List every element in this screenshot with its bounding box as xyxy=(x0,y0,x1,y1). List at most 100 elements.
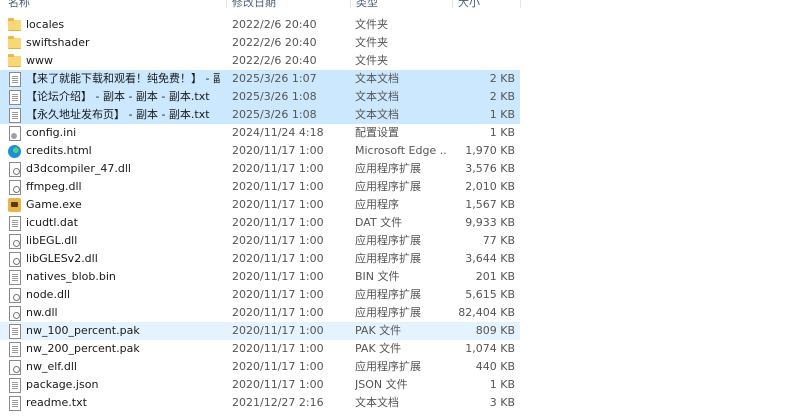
file-type: 应用程序扩展 xyxy=(355,234,421,247)
dll-file-icon xyxy=(7,359,21,375)
dll-file-icon xyxy=(7,233,21,249)
column-divider[interactable] xyxy=(452,0,453,8)
column-header-type[interactable]: 类型 xyxy=(356,0,378,8)
file-row[interactable]: package.json 2020/11/17 1:00 JSON 文件 1 KB xyxy=(0,376,520,394)
file-name: swiftshader xyxy=(26,36,90,49)
dll-file-icon xyxy=(7,251,21,267)
file-size: 9,933 KB xyxy=(465,216,515,229)
file-icon xyxy=(7,377,21,393)
column-divider[interactable] xyxy=(350,0,351,8)
file-date: 2020/11/17 1:00 xyxy=(232,180,324,193)
file-name: libEGL.dll xyxy=(26,234,78,247)
file-name: package.json xyxy=(26,378,99,391)
column-header-bar: 名称 修改日期 类型 大小 xyxy=(0,0,800,8)
file-row[interactable]: config.ini 2024/11/24 4:18 配置设置 1 KB xyxy=(0,124,520,142)
file-type: 文件夹 xyxy=(355,54,388,67)
file-name: readme.txt xyxy=(26,396,87,409)
file-type: PAK 文件 xyxy=(355,342,402,355)
file-name: locales xyxy=(26,18,65,31)
file-size: 82,404 KB xyxy=(458,306,515,319)
file-date: 2022/2/6 20:40 xyxy=(232,36,317,49)
file-date: 2020/11/17 1:00 xyxy=(232,324,324,337)
file-size: 2 KB xyxy=(489,90,515,103)
file-row[interactable]: nw_elf.dll 2020/11/17 1:00 应用程序扩展 440 KB xyxy=(0,358,520,376)
file-date: 2020/11/17 1:00 xyxy=(232,288,324,301)
file-name: nw_200_percent.pak xyxy=(26,342,140,355)
text-file-icon xyxy=(7,71,21,87)
column-header-date[interactable]: 修改日期 xyxy=(232,0,276,8)
file-date: 2020/11/17 1:00 xyxy=(232,270,324,283)
file-row[interactable]: Game.exe 2020/11/17 1:00 应用程序 1,567 KB xyxy=(0,196,520,214)
file-type: 文本文档 xyxy=(355,396,399,409)
file-size: 3 KB xyxy=(489,396,515,409)
file-icon xyxy=(7,269,21,285)
file-type: 应用程序扩展 xyxy=(355,360,421,373)
file-size: 809 KB xyxy=(475,324,515,337)
file-size: 77 KB xyxy=(482,234,515,247)
file-name: d3dcompiler_47.dll xyxy=(26,162,131,175)
file-name: nw.dll xyxy=(26,306,58,319)
file-row[interactable]: nw_100_percent.pak 2020/11/17 1:00 PAK 文件 8… xyxy=(0,322,520,340)
file-date: 2020/11/17 1:00 xyxy=(232,216,324,229)
file-name: natives_blob.bin xyxy=(26,270,116,283)
file-row[interactable]: natives_blob.bin 2020/11/17 1:00 BIN 文件 201… xyxy=(0,268,520,286)
file-size: 1,970 KB xyxy=(465,144,515,157)
file-icon xyxy=(7,323,21,339)
file-date: 2025/3/26 1:08 xyxy=(232,90,317,103)
file-row[interactable]: nw_200_percent.pak 2020/11/17 1:00 PAK 文件 1… xyxy=(0,340,520,358)
file-name: nw_100_percent.pak xyxy=(26,324,140,337)
column-divider[interactable] xyxy=(520,0,521,8)
file-date: 2020/11/17 1:00 xyxy=(232,342,324,355)
file-type: 应用程序扩展 xyxy=(355,252,421,265)
folder-icon xyxy=(7,53,21,69)
file-name: nw_elf.dll xyxy=(26,360,77,373)
file-row[interactable]: libEGL.dll 2020/11/17 1:00 应用程序扩展 77 KB xyxy=(0,232,520,250)
file-row[interactable]: ffmpeg.dll 2020/11/17 1:00 应用程序扩展 2,010 KB xyxy=(0,178,520,196)
file-row[interactable]: node.dll 2020/11/17 1:00 应用程序扩展 5,615 KB xyxy=(0,286,520,304)
dll-file-icon xyxy=(7,179,21,195)
file-row[interactable]: www 2022/2/6 20:40 文件夹 xyxy=(0,52,520,70)
file-row[interactable]: 【来了就能下载和观看！纯免费！】 - 副... 2025/3/26 1:07 文本文… xyxy=(0,70,520,88)
column-header-size[interactable]: 大小 xyxy=(458,0,480,8)
dll-file-icon xyxy=(7,161,21,177)
file-name: credits.html xyxy=(26,144,92,157)
file-type: BIN 文件 xyxy=(355,270,400,283)
column-header-name[interactable]: 名称 xyxy=(8,0,30,8)
file-row[interactable]: swiftshader 2022/2/6 20:40 文件夹 xyxy=(0,34,520,52)
file-type: 应用程序扩展 xyxy=(355,162,421,175)
file-size: 2,010 KB xyxy=(465,180,515,193)
file-date: 2020/11/17 1:00 xyxy=(232,162,324,175)
file-size: 1 KB xyxy=(489,126,515,139)
file-type: 文件夹 xyxy=(355,36,388,49)
file-name: ffmpeg.dll xyxy=(26,180,82,193)
file-row[interactable]: icudtl.dat 2020/11/17 1:00 DAT 文件 9,933 KB xyxy=(0,214,520,232)
file-icon xyxy=(7,215,21,231)
dll-file-icon xyxy=(7,305,21,321)
file-name: config.ini xyxy=(26,126,77,139)
file-size: 2 KB xyxy=(489,72,515,85)
file-date: 2022/2/6 20:40 xyxy=(232,54,317,67)
file-size: 440 KB xyxy=(475,360,515,373)
file-row[interactable]: 【论坛介绍】 - 副本 - 副本 - 副本.txt 2025/3/26 1:08 文… xyxy=(0,88,520,106)
file-name: libGLESv2.dll xyxy=(26,252,98,265)
file-row[interactable]: readme.txt 2021/12/27 2:16 文本文档 3 KB xyxy=(0,394,520,412)
file-type: 配置设置 xyxy=(355,126,399,139)
file-row[interactable]: 【永久地址发布页】 - 副本 - 副本.txt 2025/3/26 1:08 文本文… xyxy=(0,106,520,124)
file-row[interactable]: libGLESv2.dll 2020/11/17 1:00 应用程序扩展 3,644 … xyxy=(0,250,520,268)
file-row[interactable]: locales 2022/2/6 20:40 文件夹 xyxy=(0,16,520,34)
file-type: 应用程序扩展 xyxy=(355,306,421,319)
file-type: 文本文档 xyxy=(355,90,399,103)
file-type: Microsoft Edge ... xyxy=(355,144,447,157)
column-divider[interactable] xyxy=(226,0,227,8)
file-date: 2020/11/17 1:00 xyxy=(232,252,324,265)
file-icon xyxy=(7,341,21,357)
file-size: 1 KB xyxy=(489,378,515,391)
file-name: 【永久地址发布页】 - 副本 - 副本.txt xyxy=(26,108,210,121)
file-row[interactable]: credits.html 2020/11/17 1:00 Microsoft Edg… xyxy=(0,142,520,160)
file-row[interactable]: d3dcompiler_47.dll 2020/11/17 1:00 应用程序扩展 3… xyxy=(0,160,520,178)
file-row[interactable]: nw.dll 2020/11/17 1:00 应用程序扩展 82,404 KB xyxy=(0,304,520,322)
folder-icon xyxy=(7,17,21,33)
file-size: 3,576 KB xyxy=(465,162,515,175)
file-size: 5,615 KB xyxy=(465,288,515,301)
file-type: PAK 文件 xyxy=(355,324,402,337)
